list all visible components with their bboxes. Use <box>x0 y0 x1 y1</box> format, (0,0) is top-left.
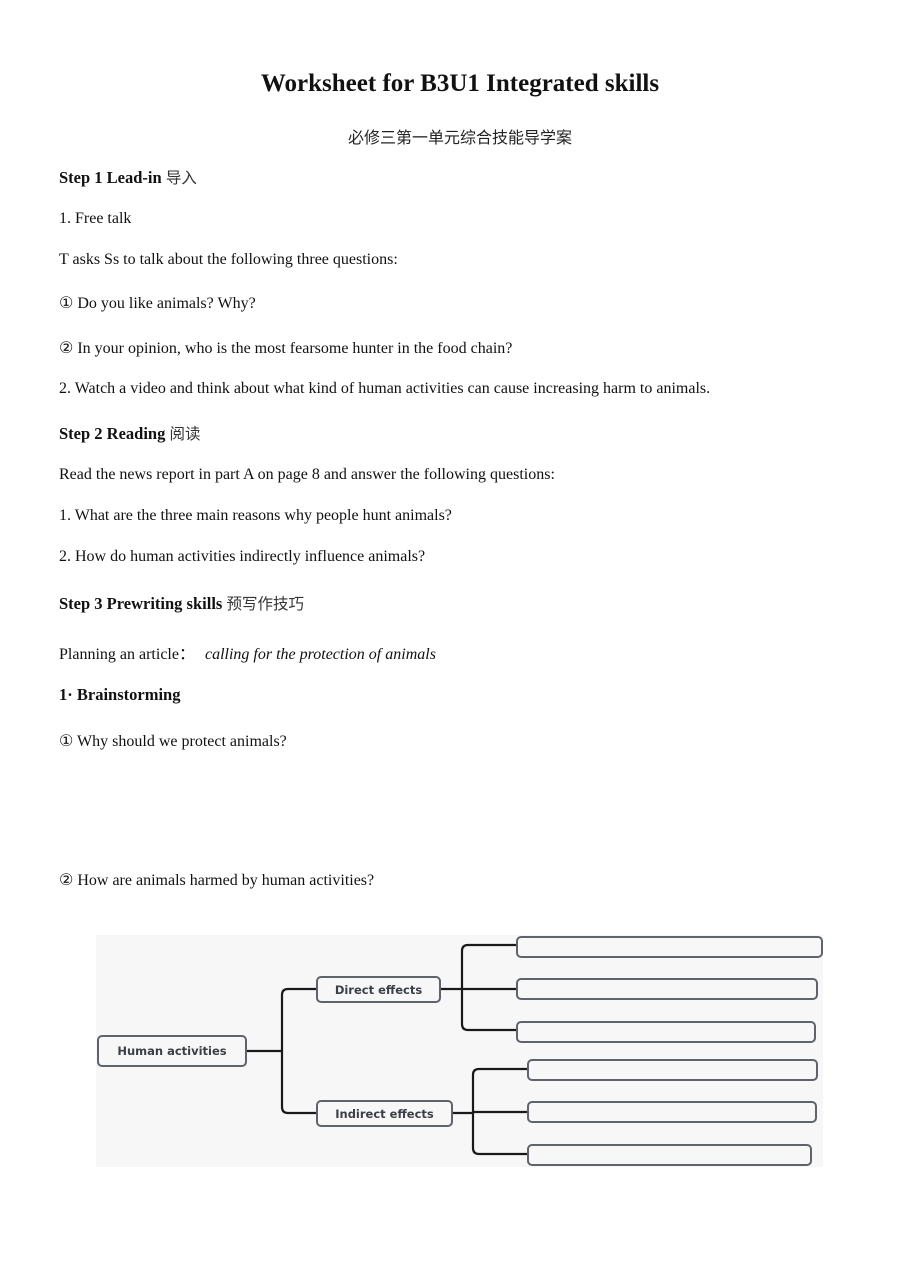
direct-effect-blank-1[interactable] <box>516 936 823 958</box>
step3-heading: Step 3 Prewriting skills 预写作技巧 <box>59 592 304 614</box>
brainstorming-heading: 1· Brainstorming <box>59 685 181 704</box>
node-indirect-effects: Indirect effects <box>316 1100 453 1127</box>
node-direct-effects: Direct effects <box>316 976 441 1003</box>
brainstorm-question-1: ① Why should we protect animals? <box>59 733 287 750</box>
connector-direct-fan <box>460 943 516 1032</box>
planning-line: Planning an article： calling for the pro… <box>59 640 436 664</box>
step2-heading-en: Step 2 Reading <box>59 424 166 443</box>
step1-heading: Step 1 Lead-in 导入 <box>59 166 197 188</box>
free-talk-intro: T asks Ss to talk about the following th… <box>59 251 398 268</box>
mind-map: Human activities Direct effects Indirect… <box>96 935 823 1167</box>
free-talk-question-1: ① Do you like animals? Why? <box>59 295 256 312</box>
direct-effect-blank-3[interactable] <box>516 1021 816 1043</box>
step3-heading-cn: 预写作技巧 <box>226 595 304 613</box>
brainstorm-question-2: ② How are animals harmed by human activi… <box>59 872 375 889</box>
step2-heading-cn: 阅读 <box>169 425 201 443</box>
worksheet-subtitle-cn: 必修三第一单元综合技能导学案 <box>347 128 572 147</box>
step1-heading-cn: 导入 <box>165 169 197 187</box>
free-talk-item: 1. Free talk <box>59 210 132 227</box>
step2-heading: Step 2 Reading 阅读 <box>59 422 201 444</box>
reading-intro: Read the news report in part A on page 8… <box>59 466 555 483</box>
video-task: 2. Watch a video and think about what ki… <box>59 380 711 397</box>
planning-topic: calling for the protection of animals <box>204 646 436 663</box>
indirect-effect-blank-1[interactable] <box>527 1059 818 1081</box>
reading-question-2: 2. How do human activities indirectly in… <box>59 548 426 565</box>
worksheet-title: Worksheet for B3U1 Integrated skills <box>260 70 660 97</box>
direct-effect-blank-2[interactable] <box>516 978 818 1000</box>
indirect-effect-blank-2[interactable] <box>527 1101 817 1123</box>
step3-heading-en: Step 3 Prewriting skills <box>59 594 223 613</box>
step1-heading-en: Step 1 Lead-in <box>59 168 162 187</box>
reading-question-1: 1. What are the three main reasons why p… <box>59 507 452 524</box>
connector-trunk <box>280 987 316 1115</box>
node-human-activities: Human activities <box>97 1035 247 1067</box>
planning-label: Planning an article： <box>59 646 195 663</box>
free-talk-question-2: ② In your opinion, who is the most fears… <box>59 340 513 357</box>
indirect-effect-blank-3[interactable] <box>527 1144 812 1166</box>
